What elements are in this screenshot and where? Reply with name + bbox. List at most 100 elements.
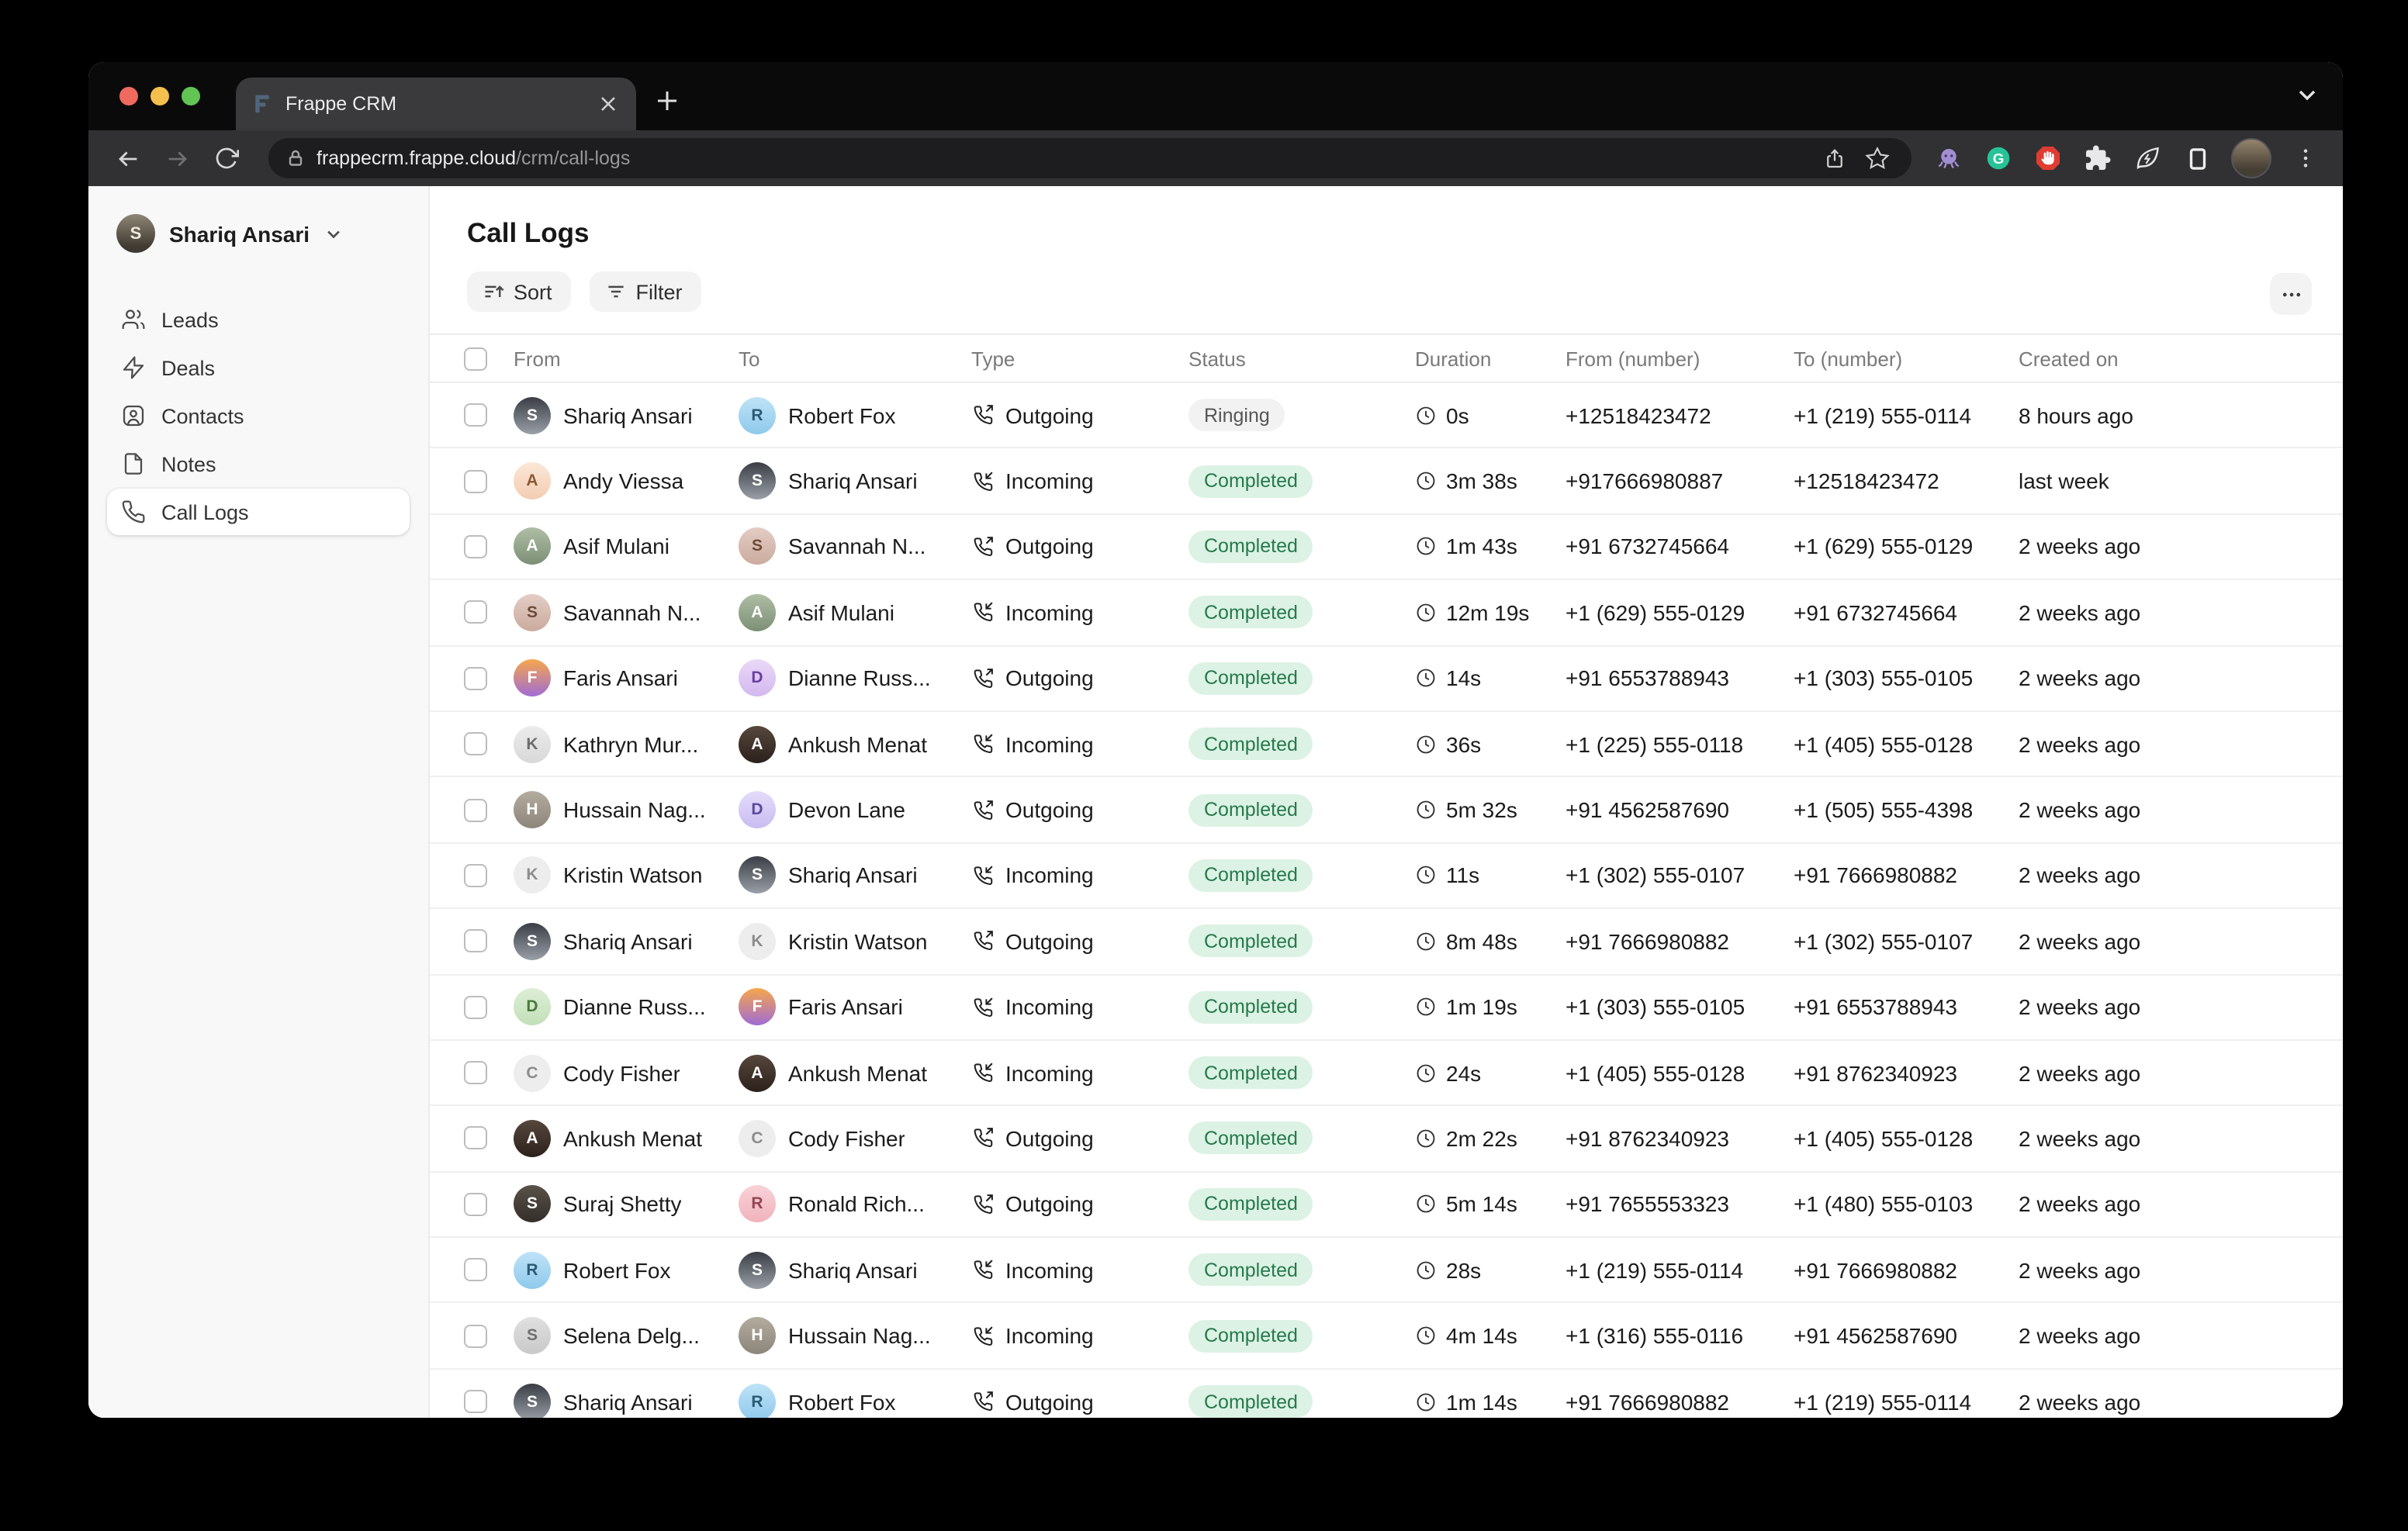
row-checkbox[interactable] [464,1061,487,1084]
sidebar-item-contacts[interactable]: Contacts [107,392,410,439]
row-checkbox[interactable] [464,601,487,624]
leaf-extension-icon[interactable] [2132,143,2163,174]
column-from: From [514,347,739,370]
side-panel-icon[interactable] [2181,143,2213,174]
tab-search-chevron-icon[interactable] [2296,84,2318,113]
duration-value: 4m 14s [1446,1323,1517,1348]
to-name: Shariq Ansari [788,1258,918,1283]
table-row[interactable]: F Faris Ansari D Dianne Russ... Outgoing… [430,646,2343,712]
outgoing-call-icon [971,798,995,821]
row-checkbox[interactable] [464,469,487,492]
row-checkbox[interactable] [464,667,487,690]
call-type-label: Outgoing [1005,929,1094,954]
table-row[interactable]: K Kathryn Mur... A Ankush Menat Incoming… [430,712,2343,778]
table-row[interactable]: S Savannah N... A Asif Mulani Incoming C… [430,580,2343,646]
call-type-label: Incoming [1005,994,1094,1019]
profile-avatar[interactable] [2231,138,2271,178]
sidebar-item-call-logs[interactable]: Call Logs [107,489,410,535]
tab-close-icon[interactable] [596,92,621,116]
puzzle-extensions-icon[interactable] [2082,143,2113,174]
duration-value: 14s [1446,666,1481,691]
status-badge: Completed [1188,1319,1313,1352]
table-row[interactable]: S Selena Delg... H Hussain Nag... Incomi… [430,1304,2343,1370]
table-row[interactable]: S Shariq Ansari R Robert Fox Outgoing Ri… [430,383,2343,449]
duration-value: 5m 14s [1446,1192,1517,1217]
back-arrow-icon[interactable] [107,138,147,178]
to-avatar: S [739,528,776,565]
row-checkbox[interactable] [464,930,487,953]
table-row[interactable]: C Cody Fisher A Ankush Menat Incoming Co… [430,1041,2343,1107]
clock-icon [1415,931,1437,952]
zoom-window-button[interactable] [182,87,200,105]
sidebar-item-notes[interactable]: Notes [107,441,410,487]
new-tab-plus-icon[interactable] [649,82,686,119]
filter-label: Filter [636,280,683,303]
from-avatar: D [514,988,551,1025]
browser-tab[interactable]: Frappe CRM [236,78,636,130]
octopus-extension-icon[interactable] [1933,143,1964,174]
from-number: +1 (629) 555-0129 [1566,600,1794,625]
address-bar[interactable]: frappecrm.frappe.cloud/crm/call-logs [268,138,1912,178]
clock-icon [1415,404,1437,426]
to-number: +91 7666980882 [1794,1258,2019,1283]
from-avatar: R [514,1252,551,1289]
from-name: Suraj Shetty [563,1192,682,1217]
from-name: Shariq Ansari [563,929,693,954]
from-avatar: A [514,528,551,565]
from-name: Robert Fox [563,1258,671,1283]
to-avatar: S [739,462,776,499]
row-checkbox[interactable] [464,1127,487,1150]
row-checkbox[interactable] [464,535,487,558]
table-row[interactable]: H Hussain Nag... D Devon Lane Outgoing C… [430,778,2343,844]
row-checkbox[interactable] [464,1390,487,1413]
select-all-checkbox[interactable] [464,347,487,370]
grammarly-extension-icon[interactable]: G [1983,143,2014,174]
table-row[interactable]: K Kristin Watson S Shariq Ansari Incomin… [430,843,2343,909]
sidebar-item-deals[interactable]: Deals [107,344,410,391]
table-row[interactable]: S Shariq Ansari R Robert Fox Outgoing Co… [430,1370,2343,1418]
note-icon [121,451,146,476]
more-options-button[interactable] [2270,273,2312,315]
from-number: +91 4562587690 [1566,797,1794,822]
row-checkbox[interactable] [464,1324,487,1347]
row-checkbox[interactable] [464,798,487,821]
row-checkbox[interactable] [464,1193,487,1216]
created-on: 2 weeks ago [2019,994,2343,1019]
filter-button[interactable]: Filter [590,271,701,312]
sidebar-item-leads[interactable]: Leads [107,296,410,343]
table-row[interactable]: A Andy Viessa S Shariq Ansari Incoming C… [430,449,2343,515]
table-row[interactable]: S Suraj Shetty R Ronald Rich... Outgoing… [430,1172,2343,1238]
duration-value: 1m 14s [1446,1389,1517,1414]
table-row[interactable]: D Dianne Russ... F Faris Ansari Incoming… [430,975,2343,1041]
to-number: +91 6732745664 [1794,600,2019,625]
menu-dots-icon[interactable] [2290,143,2321,174]
close-window-button[interactable] [119,87,138,105]
table-row[interactable]: S Shariq Ansari K Kristin Watson Outgoin… [430,909,2343,975]
status-badge: Ringing [1188,399,1285,431]
minimize-window-button[interactable] [150,87,169,105]
adblock-extension-icon[interactable] [2033,143,2064,174]
page-title: Call Logs [467,217,2343,250]
row-checkbox[interactable] [464,1259,487,1282]
tab-strip: Frappe CRM [88,62,2343,130]
created-on: 2 weeks ago [2019,797,2343,822]
sort-button[interactable]: Sort [467,271,571,312]
table-row[interactable]: R Robert Fox S Shariq Ansari Incoming Co… [430,1238,2343,1304]
reload-icon[interactable] [206,138,247,178]
row-checkbox[interactable] [464,995,487,1018]
bookmark-star-icon[interactable] [1862,143,1893,174]
row-checkbox[interactable] [464,732,487,755]
forward-arrow-icon[interactable] [157,138,197,178]
row-checkbox[interactable] [464,403,487,427]
share-icon[interactable] [1818,143,1849,174]
duration-value: 8m 48s [1446,929,1517,954]
incoming-call-icon [971,864,995,887]
call-type-label: Outgoing [1005,534,1094,559]
table-row[interactable]: A Ankush Menat C Cody Fisher Outgoing Co… [430,1107,2343,1173]
phone-icon [121,499,146,524]
row-checkbox[interactable] [464,864,487,887]
table-row[interactable]: A Asif Mulani S Savannah N... Outgoing C… [430,515,2343,581]
user-menu[interactable]: S Shariq Ansari [107,208,410,259]
from-name: Dianne Russ... [563,994,706,1019]
column-from-number: From (number) [1566,347,1794,370]
